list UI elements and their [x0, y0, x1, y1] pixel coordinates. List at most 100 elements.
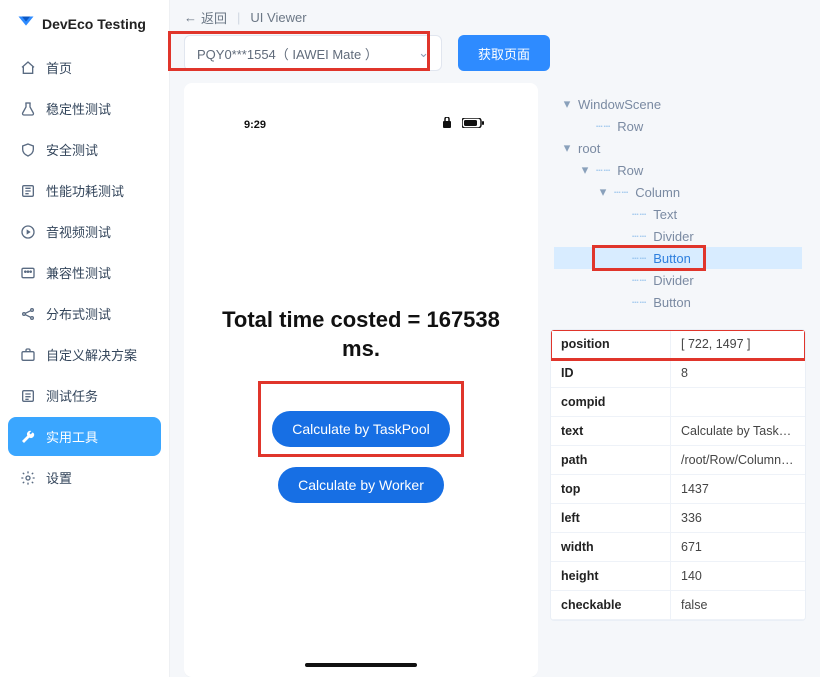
prop-key: position — [551, 330, 671, 358]
list-icon — [20, 388, 36, 404]
prop-row-checkable[interactable]: checkablefalse — [551, 591, 805, 620]
back-label: 返回 — [201, 8, 227, 27]
prop-row-ID[interactable]: ID8 — [551, 359, 805, 388]
prop-val: 336 — [671, 504, 805, 532]
result-text: Total time costed = 167538 ms. — [214, 306, 508, 363]
prop-key: compid — [551, 388, 671, 416]
tree-node-2[interactable]: ▾ root — [554, 137, 802, 159]
tree-node-label: Divider — [653, 273, 693, 288]
tree-node-6[interactable]: ┄┄Divider — [554, 225, 802, 247]
brand: DevEco Testing — [8, 14, 161, 48]
prop-val: false — [671, 591, 805, 619]
chevron-down-icon: ⌄ — [418, 45, 429, 61]
device-selector[interactable]: PQY0***1554（ IAWEI Mate ） ⌄ — [184, 35, 442, 71]
sidebar-item-label: 设置 — [46, 468, 72, 487]
tree-expand-icon: ▾ — [578, 162, 592, 178]
tree-expand-icon: ▾ — [560, 140, 574, 156]
fetch-page-button[interactable]: 获取页面 — [458, 35, 550, 71]
prop-row-height[interactable]: height140 — [551, 562, 805, 591]
arrow-left-icon: ← — [184, 10, 197, 25]
sidebar-item-label: 测试任务 — [46, 386, 98, 405]
prop-val: 671 — [671, 533, 805, 561]
tree-node-1[interactable]: ┄┄Row — [554, 115, 802, 137]
calculate-taskpool-label: Calculate by TaskPool — [292, 421, 429, 437]
tree-connector-icon: ┄┄ — [632, 230, 647, 243]
tree-node-label: Row — [617, 119, 643, 134]
sidebar-item-label: 音视频测试 — [46, 222, 111, 241]
tree-node-3[interactable]: ▾┄┄Row — [554, 159, 802, 181]
sidebar-item-label: 实用工具 — [46, 427, 98, 446]
prop-val: 1437 — [671, 475, 805, 503]
prop-row-text[interactable]: textCalculate by TaskPool — [551, 417, 805, 446]
tree-node-0[interactable]: ▾WindowScene — [554, 93, 802, 115]
prop-key: height — [551, 562, 671, 590]
sidebar-item-label: 安全测试 — [46, 140, 98, 159]
tree-node-9[interactable]: ┄┄Button — [554, 291, 802, 313]
sidebar-item-7[interactable]: 自定义解决方案 — [8, 335, 161, 374]
sidebar-item-label: 性能功耗测试 — [46, 181, 124, 200]
beaker-icon — [20, 101, 36, 117]
back-button[interactable]: ← 返回 — [184, 8, 227, 27]
prop-row-top[interactable]: top1437 — [551, 475, 805, 504]
calculate-taskpool-button[interactable]: Calculate by TaskPool — [272, 411, 449, 447]
prop-key: width — [551, 533, 671, 561]
prop-key: checkable — [551, 591, 671, 619]
prop-key: left — [551, 504, 671, 532]
prop-row-path[interactable]: path/root/Row/Column/Bu — [551, 446, 805, 475]
home-indicator — [305, 663, 417, 667]
sidebar-item-label: 自定义解决方案 — [46, 345, 137, 364]
battery-icon — [462, 118, 484, 131]
device-selected-label: PQY0***1554（ IAWEI Mate ） — [197, 44, 378, 63]
sidebar-item-0[interactable]: 首页 — [8, 48, 161, 87]
sidebar-nav: 首页稳定性测试安全测试性能功耗测试音视频测试兼容性测试分布式测试自定义解决方案测… — [8, 48, 161, 497]
brand-logo-icon — [16, 14, 36, 34]
sidebar-item-3[interactable]: 性能功耗测试 — [8, 171, 161, 210]
sidebar-item-5[interactable]: 兼容性测试 — [8, 253, 161, 292]
lock-icon — [442, 117, 452, 132]
toolbar: PQY0***1554（ IAWEI Mate ） ⌄ 获取页面 — [170, 33, 820, 83]
sidebar-item-1[interactable]: 稳定性测试 — [8, 89, 161, 128]
prop-val: 8 — [671, 359, 805, 387]
tree-node-5[interactable]: ┄┄Text — [554, 203, 802, 225]
workarea: 9:29 Total time costed = 167538 ms. Calc… — [170, 83, 820, 677]
tree-node-label: Text — [653, 207, 677, 222]
tree-connector-icon: ┄┄ — [614, 186, 629, 199]
sidebar-item-label: 兼容性测试 — [46, 263, 111, 282]
status-bar: 9:29 — [214, 113, 508, 136]
tree-node-label: Button — [653, 295, 691, 310]
sidebar-item-2[interactable]: 安全测试 — [8, 130, 161, 169]
sidebar-item-9[interactable]: 实用工具 — [8, 417, 161, 456]
prop-row-position[interactable]: position[ 722, 1497 ] — [551, 330, 805, 359]
brand-name: DevEco Testing — [42, 16, 146, 32]
tree-connector-icon: ┄┄ — [596, 164, 611, 177]
sidebar: DevEco Testing 首页稳定性测试安全测试性能功耗测试音视频测试兼容性… — [0, 0, 170, 677]
home-icon — [20, 60, 36, 76]
sidebar-item-8[interactable]: 测试任务 — [8, 376, 161, 415]
prop-row-compid[interactable]: compid — [551, 388, 805, 417]
prop-key: text — [551, 417, 671, 445]
sidebar-item-4[interactable]: 音视频测试 — [8, 212, 161, 251]
prop-val — [671, 388, 805, 416]
tree-node-8[interactable]: ┄┄ Divider — [554, 269, 802, 291]
prop-row-left[interactable]: left336 — [551, 504, 805, 533]
sidebar-item-label: 稳定性测试 — [46, 99, 111, 118]
sidebar-item-label: 分布式测试 — [46, 304, 111, 323]
tree-node-7[interactable]: ┄┄ Button — [554, 247, 802, 269]
prop-val: /root/Row/Column/Bu — [671, 446, 805, 474]
app-screen: Total time costed = 167538 ms. Calculate… — [214, 306, 508, 503]
component-tree: ▾WindowScene┄┄Row▾root▾┄┄Row▾┄┄Column┄┄T… — [550, 83, 806, 317]
tree-node-label: Button — [653, 251, 691, 266]
tree-node-label: root — [578, 141, 600, 156]
sidebar-item-10[interactable]: 设置 — [8, 458, 161, 497]
tree-connector-icon: ┄┄ — [632, 252, 647, 265]
calculate-worker-button[interactable]: Calculate by Worker — [278, 467, 444, 503]
prop-row-width[interactable]: width671 — [551, 533, 805, 562]
properties-table: position[ 722, 1497 ]ID8compidtextCalcul… — [550, 329, 806, 621]
prop-key: path — [551, 446, 671, 474]
tree-node-label: WindowScene — [578, 97, 661, 112]
gauge-icon — [20, 183, 36, 199]
tree-expand-icon: ▾ — [596, 184, 610, 200]
tree-node-4[interactable]: ▾┄┄Column — [554, 181, 802, 203]
sidebar-item-6[interactable]: 分布式测试 — [8, 294, 161, 333]
tree-connector-icon: ┄┄ — [632, 274, 647, 287]
